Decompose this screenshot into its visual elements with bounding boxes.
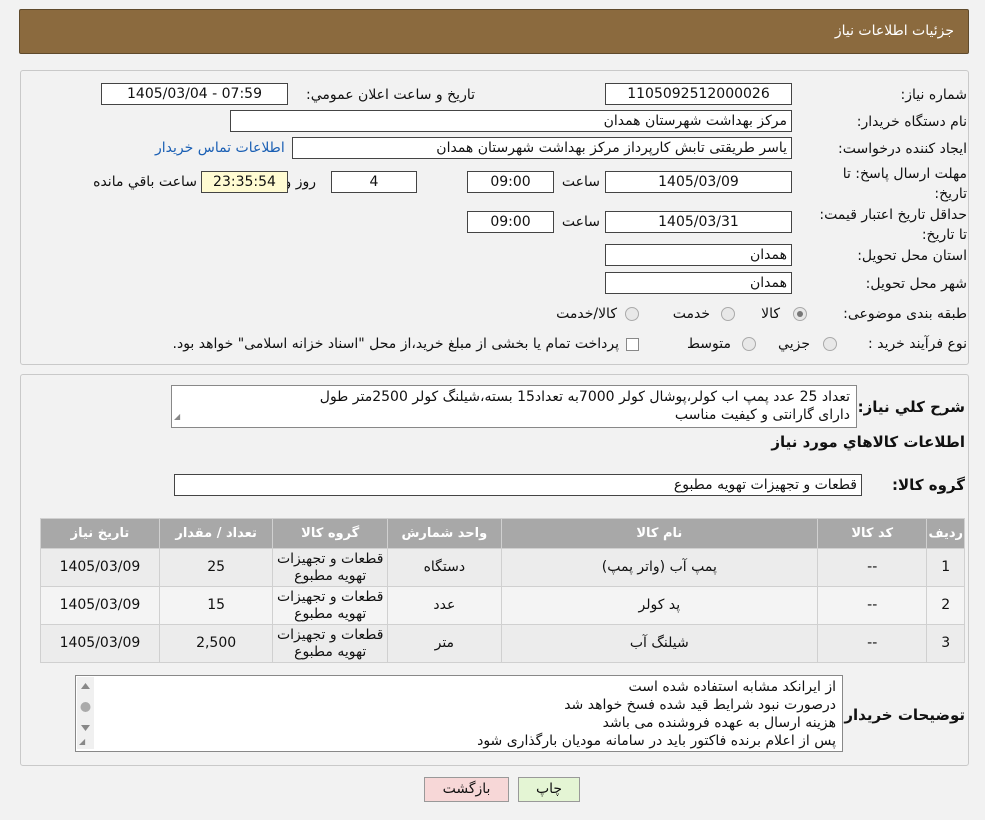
cell-code: --: [816, 586, 928, 625]
deadline-time-field: 09:00: [467, 171, 554, 193]
description-label: شرح کلي نیاز:: [857, 398, 965, 416]
col-group: گروه کالا: [272, 518, 389, 549]
province-label: استان محل تحویل:: [857, 248, 967, 264]
deadline-time-label: ساعت: [561, 174, 600, 190]
cell-date: 1405/03/09: [40, 586, 160, 625]
announce-datetime-field: 1405/03/04 - 07:59: [101, 83, 288, 105]
treasury-note: پرداخت تمام یا بخشی از مبلغ خرید،از محل …: [172, 336, 619, 352]
cell-unit: عدد: [387, 586, 502, 625]
validity-time-field: 09:00: [467, 211, 554, 233]
deadline-label: مهلت ارسال پاسخ: تا تاریخ:: [842, 166, 967, 202]
category-option-goods-service: کالا/خدمت: [556, 306, 617, 322]
validity-date-field: 1405/03/31: [605, 211, 792, 233]
resize-handle-icon[interactable]: ◢: [174, 408, 180, 426]
category-radio-goods[interactable]: [793, 307, 807, 321]
cell-unit: دستگاه: [387, 548, 502, 587]
scroll-thumb-icon: [80, 702, 91, 712]
col-qty: تعداد / مقدار: [158, 518, 274, 549]
note-line-2: درصورت نبود شرایط قید شده فسخ خواهد شد: [564, 697, 836, 713]
cell-name: شیلنگ آب: [500, 624, 818, 663]
need-number-field: 1105092512000026: [605, 83, 792, 105]
cell-name: پد کولر: [500, 586, 818, 625]
treasury-checkbox[interactable]: [626, 338, 639, 351]
scroll-up-icon: [81, 683, 90, 689]
description-line-1: تعداد 25 عدد پمپ اب کولر،پوشال کولر 7000…: [319, 389, 850, 405]
col-name: نام کالا: [500, 518, 818, 549]
buyer-notes-textarea[interactable]: از ایرانکد مشابه استفاده شده است درصورت …: [75, 675, 843, 752]
table-header-row: ردیف کد کالا نام کالا واحد شمارش گروه کا…: [40, 518, 965, 549]
process-radio-minor[interactable]: [823, 337, 837, 351]
validity-label: حداقل تاریخ اعتبار قیمت: تا تاریخ:: [819, 207, 967, 243]
cell-code: --: [816, 624, 928, 663]
remaining-time-field: 23:35:54: [201, 171, 288, 193]
table-row: 1 -- پمپ آب (واتر پمپ) دستگاه قطعات و تج…: [40, 548, 965, 587]
cell-group: قطعات و تجهیزات تهویه مطبوع: [272, 624, 389, 663]
buyer-notes-label: توضیحات خریدار:: [838, 706, 965, 724]
category-label: طبقه بندی موضوعی:: [843, 306, 967, 322]
cell-date: 1405/03/09: [40, 548, 160, 587]
creator-field: یاسر طریقتی تابش کارپرداز مرکز بهداشت شه…: [292, 137, 792, 159]
page-header: جزئیات اطلاعات نیاز: [19, 9, 969, 54]
description-line-2: دارای گارانتی و کیفیت مناسب: [674, 407, 850, 423]
goods-table: ردیف کد کالا نام کالا واحد شمارش گروه کا…: [40, 518, 965, 663]
city-label: شهر محل تحویل:: [865, 276, 967, 292]
cell-name: پمپ آب (واتر پمپ): [500, 548, 818, 587]
goods-group-label: گروه کالا:: [892, 476, 965, 494]
days-label: روز و: [284, 174, 317, 190]
cell-row: 1: [926, 548, 965, 587]
category-option-goods: کالا: [761, 306, 780, 322]
cell-code: --: [816, 548, 928, 587]
back-button[interactable]: بازگشت: [424, 777, 509, 802]
page-title: جزئیات اطلاعات نیاز: [834, 23, 954, 39]
col-code: کد کالا: [816, 518, 928, 549]
scroll-down-icon: [81, 725, 90, 731]
need-number-label: شماره نیاز:: [900, 87, 968, 103]
goods-section-title: اطلاعات کالاهاي مورد نیاز: [771, 433, 965, 451]
buyer-org-label: نام دستگاه خریدار:: [856, 114, 967, 130]
creator-label: ایجاد کننده درخواست:: [838, 141, 967, 157]
process-radio-medium[interactable]: [742, 337, 756, 351]
category-radio-service[interactable]: [721, 307, 735, 321]
cell-qty: 15: [158, 586, 274, 625]
cell-unit: متر: [387, 624, 502, 663]
cell-group: قطعات و تجهیزات تهویه مطبوع: [272, 548, 389, 587]
col-row: ردیف: [926, 518, 965, 549]
cell-row: 2: [926, 586, 965, 625]
category-option-service: خدمت: [672, 306, 710, 322]
note-line-4: پس از اعلام برنده فاکتور باید در سامانه …: [477, 733, 836, 749]
col-date: تاریخ نیاز: [40, 518, 160, 549]
note-line-1: از ایرانکد مشابه استفاده شده است: [628, 679, 836, 695]
print-button[interactable]: چاپ: [518, 777, 580, 802]
notes-resize-icon[interactable]: ◢: [79, 737, 85, 746]
cell-date: 1405/03/09: [40, 624, 160, 663]
process-option-minor: جزیي: [778, 336, 810, 352]
days-remaining-field: 4: [331, 171, 417, 193]
col-unit: واحد شمارش: [387, 518, 502, 549]
cell-group: قطعات و تجهیزات تهویه مطبوع: [272, 586, 389, 625]
cell-row: 3: [926, 624, 965, 663]
note-line-3: هزینه ارسال به عهده فروشنده می باشد: [602, 715, 836, 731]
goods-group-field: قطعات و تجهیزات تهویه مطبوع: [174, 474, 862, 496]
buyer-contact-link[interactable]: اطلاعات تماس خریدار: [155, 140, 285, 156]
cell-qty: 25: [158, 548, 274, 587]
announce-label: تاریخ و ساعت اعلان عمومي:: [306, 87, 475, 103]
description-textarea[interactable]: تعداد 25 عدد پمپ اب کولر،پوشال کولر 7000…: [171, 385, 857, 428]
table-row: 3 -- شیلنگ آب متر قطعات و تجهیزات تهویه …: [40, 624, 965, 663]
table-row: 2 -- پد کولر عدد قطعات و تجهیزات تهویه م…: [40, 586, 965, 625]
cell-qty: 2,500: [158, 624, 274, 663]
process-label: نوع فرآیند خرید :: [868, 336, 967, 352]
remaining-time-label: ساعت باقي مانده: [93, 174, 197, 190]
deadline-date-field: 1405/03/09: [605, 171, 792, 193]
city-field: همدان: [605, 272, 792, 294]
buyer-org-field: مرکز بهداشت شهرستان همدان: [230, 110, 792, 132]
validity-time-label: ساعت: [561, 214, 600, 230]
province-field: همدان: [605, 244, 792, 266]
category-radio-goods-service[interactable]: [625, 307, 639, 321]
process-option-medium: متوسط: [687, 336, 731, 352]
